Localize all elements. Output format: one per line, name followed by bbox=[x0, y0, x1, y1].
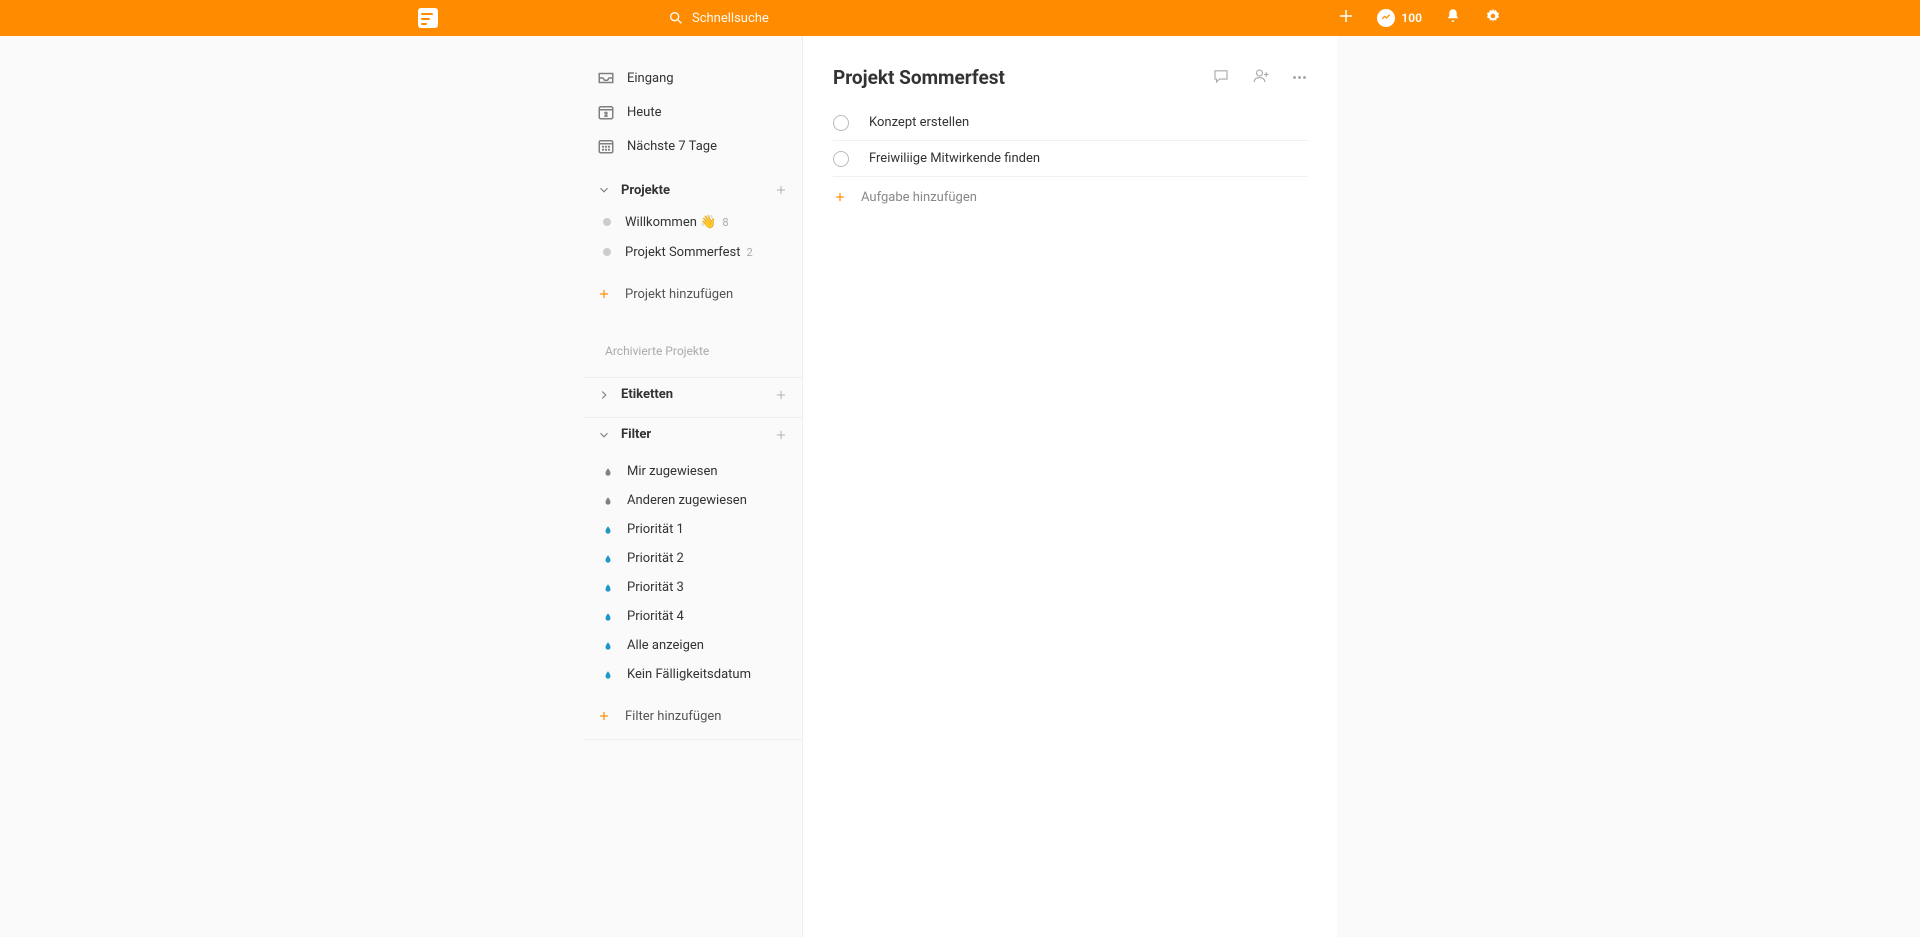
filter-item[interactable]: Kein Fälligkeitsdatum bbox=[583, 660, 802, 689]
bell-icon bbox=[1444, 7, 1462, 25]
nav-today[interactable]: 2 Heute bbox=[583, 95, 802, 129]
section-projects[interactable]: Projekte bbox=[583, 173, 802, 207]
droplet-icon bbox=[603, 553, 613, 565]
droplet-icon bbox=[603, 669, 613, 681]
project-count: 8 bbox=[722, 216, 728, 229]
notifications-button[interactable] bbox=[1444, 7, 1462, 29]
task-label: Freiwiliige Mitwirkende finden bbox=[869, 151, 1040, 166]
task-label: Konzept erstellen bbox=[869, 115, 969, 130]
add-project-label: Projekt hinzufügen bbox=[625, 287, 733, 302]
filter-label: Priorität 2 bbox=[627, 551, 684, 566]
main-content: Projekt Sommerfest Konzept erstellen Fre… bbox=[803, 36, 1337, 937]
search-button[interactable]: Schnellsuche bbox=[668, 10, 769, 26]
task-row[interactable]: Freiwiliige Mitwirkende finden bbox=[833, 141, 1307, 177]
filter-label: Anderen zugewiesen bbox=[627, 493, 747, 508]
droplet-icon bbox=[603, 582, 613, 594]
filter-item[interactable]: Priorität 1 bbox=[583, 515, 802, 544]
comments-button[interactable] bbox=[1212, 67, 1230, 89]
chevron-right-icon bbox=[597, 388, 611, 402]
filter-item[interactable]: Priorität 2 bbox=[583, 544, 802, 573]
topbar: Schnellsuche 100 bbox=[0, 0, 1920, 36]
plus-icon bbox=[597, 709, 611, 723]
project-label: Projekt Sommerfest bbox=[625, 245, 741, 260]
archived-projects-link[interactable]: Archivierte Projekte bbox=[583, 331, 802, 371]
project-item[interactable]: Projekt Sommerfest 2 bbox=[583, 237, 802, 267]
search-icon bbox=[668, 10, 684, 26]
filter-label: Alle anzeigen bbox=[627, 638, 704, 653]
add-task-label: Aufgabe hinzufügen bbox=[861, 190, 977, 205]
project-label: Willkommen 👋 bbox=[625, 215, 716, 230]
karma-score: 100 bbox=[1401, 11, 1422, 25]
task-row[interactable]: Konzept erstellen bbox=[833, 105, 1307, 141]
nav-inbox[interactable]: Eingang bbox=[583, 61, 802, 95]
quick-add-button[interactable] bbox=[1337, 7, 1355, 29]
droplet-icon bbox=[603, 640, 613, 652]
filter-item[interactable]: Alle anzeigen bbox=[583, 631, 802, 660]
project-item[interactable]: Willkommen 👋 8 bbox=[583, 207, 802, 237]
section-title: Filter bbox=[621, 427, 651, 442]
search-placeholder: Schnellsuche bbox=[692, 11, 769, 26]
filter-item[interactable]: Anderen zugewiesen bbox=[583, 486, 802, 515]
filter-label: Kein Fälligkeitsdatum bbox=[627, 667, 751, 682]
inbox-icon bbox=[597, 69, 615, 87]
karma-icon bbox=[1377, 9, 1395, 27]
filter-label: Priorität 3 bbox=[627, 580, 684, 595]
filter-label: Priorität 4 bbox=[627, 609, 684, 624]
plus-icon[interactable] bbox=[774, 388, 788, 402]
droplet-icon bbox=[603, 466, 613, 478]
plus-icon bbox=[597, 287, 611, 301]
share-button[interactable] bbox=[1252, 67, 1270, 89]
nav-label: Eingang bbox=[627, 71, 674, 86]
add-filter-button[interactable]: Filter hinzufügen bbox=[583, 697, 802, 735]
plus-icon[interactable] bbox=[774, 183, 788, 197]
add-person-icon bbox=[1252, 67, 1270, 85]
app-logo[interactable] bbox=[418, 8, 438, 28]
chevron-down-icon bbox=[597, 183, 611, 197]
add-task-button[interactable]: Aufgabe hinzufügen bbox=[833, 177, 1307, 217]
karma-button[interactable]: 100 bbox=[1377, 9, 1422, 27]
section-filters[interactable]: Filter bbox=[583, 417, 802, 451]
project-title: Projekt Sommerfest bbox=[833, 66, 1005, 89]
filter-item[interactable]: Priorität 4 bbox=[583, 602, 802, 631]
droplet-icon bbox=[603, 495, 613, 507]
plus-icon[interactable] bbox=[774, 428, 788, 442]
project-color-dot bbox=[603, 248, 611, 256]
sidebar: Eingang 2 Heute Nächste 7 Tage bbox=[583, 36, 803, 937]
add-project-button[interactable]: Projekt hinzufügen bbox=[583, 275, 802, 313]
filter-item[interactable]: Mir zugewiesen bbox=[583, 457, 802, 486]
section-labels[interactable]: Etiketten bbox=[583, 377, 802, 411]
plus-icon bbox=[1337, 7, 1355, 25]
section-title: Etiketten bbox=[621, 387, 673, 402]
plus-icon bbox=[833, 190, 847, 204]
filter-label: Priorität 1 bbox=[627, 522, 684, 537]
project-color-dot bbox=[603, 218, 611, 226]
calendar-week-icon bbox=[597, 137, 615, 155]
filter-item[interactable]: Priorität 3 bbox=[583, 573, 802, 602]
more-options-button[interactable] bbox=[1292, 67, 1307, 89]
svg-text:2: 2 bbox=[604, 112, 608, 119]
droplet-icon bbox=[603, 524, 613, 536]
nav-label: Nächste 7 Tage bbox=[627, 139, 717, 154]
nav-next7[interactable]: Nächste 7 Tage bbox=[583, 129, 802, 163]
section-title: Projekte bbox=[621, 183, 670, 198]
filter-label: Mir zugewiesen bbox=[627, 464, 718, 479]
chevron-down-icon bbox=[597, 428, 611, 442]
nav-label: Heute bbox=[627, 105, 661, 120]
project-count: 2 bbox=[747, 246, 753, 259]
add-filter-label: Filter hinzufügen bbox=[625, 709, 721, 724]
settings-button[interactable] bbox=[1484, 7, 1502, 29]
droplet-icon bbox=[603, 611, 613, 623]
task-checkbox[interactable] bbox=[833, 115, 849, 131]
calendar-today-icon: 2 bbox=[597, 103, 615, 121]
gear-icon bbox=[1484, 7, 1502, 25]
task-checkbox[interactable] bbox=[833, 151, 849, 167]
comment-icon bbox=[1212, 67, 1230, 85]
